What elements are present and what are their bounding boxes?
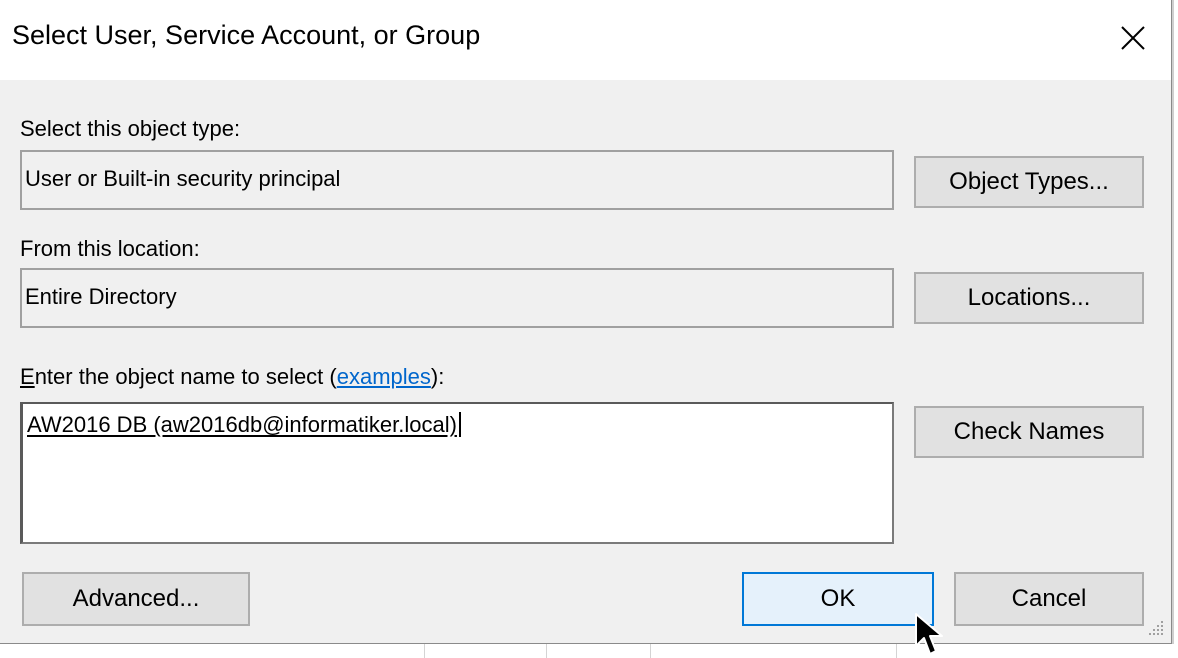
object-type-field: User or Built-in security principal: [20, 150, 894, 210]
check-names-button[interactable]: Check Names: [914, 406, 1144, 458]
background-window-edge: [1172, 0, 1174, 658]
close-icon: [1121, 26, 1145, 50]
access-key-e: E: [20, 364, 35, 389]
background-window-strip: [0, 644, 1178, 658]
title-bar: Select User, Service Account, or Group: [0, 0, 1171, 80]
location-field: Entire Directory: [20, 268, 894, 328]
background-divider: [424, 644, 425, 658]
examples-link[interactable]: examples: [337, 364, 431, 389]
resize-grip-icon[interactable]: [1147, 619, 1165, 637]
object-name-label-suffix: ):: [430, 364, 445, 389]
locations-button[interactable]: Locations...: [914, 272, 1144, 324]
select-user-dialog: Select User, Service Account, or Group S…: [0, 0, 1172, 644]
object-name-label: Enter the object name to select (example…: [20, 364, 444, 390]
object-name-label-text: nter the object name to select (: [34, 364, 337, 389]
object-name-entry: AW2016 DB (aw2016db@informatiker.local): [27, 412, 461, 437]
location-label: From this location:: [20, 236, 200, 261]
cancel-button[interactable]: Cancel: [954, 572, 1144, 626]
background-divider: [650, 644, 651, 658]
dialog-title: Select User, Service Account, or Group: [12, 20, 481, 50]
object-type-label: Select this object type:: [20, 116, 241, 141]
mouse-cursor-icon: [915, 613, 943, 655]
object-name-input[interactable]: AW2016 DB (aw2016db@informatiker.local): [20, 402, 894, 544]
background-divider: [546, 644, 547, 658]
object-types-button[interactable]: Object Types...: [914, 156, 1144, 208]
background-divider: [896, 644, 897, 658]
ok-button[interactable]: OK: [742, 572, 934, 626]
advanced-button[interactable]: Advanced...: [22, 572, 250, 626]
close-button[interactable]: [1103, 10, 1163, 66]
